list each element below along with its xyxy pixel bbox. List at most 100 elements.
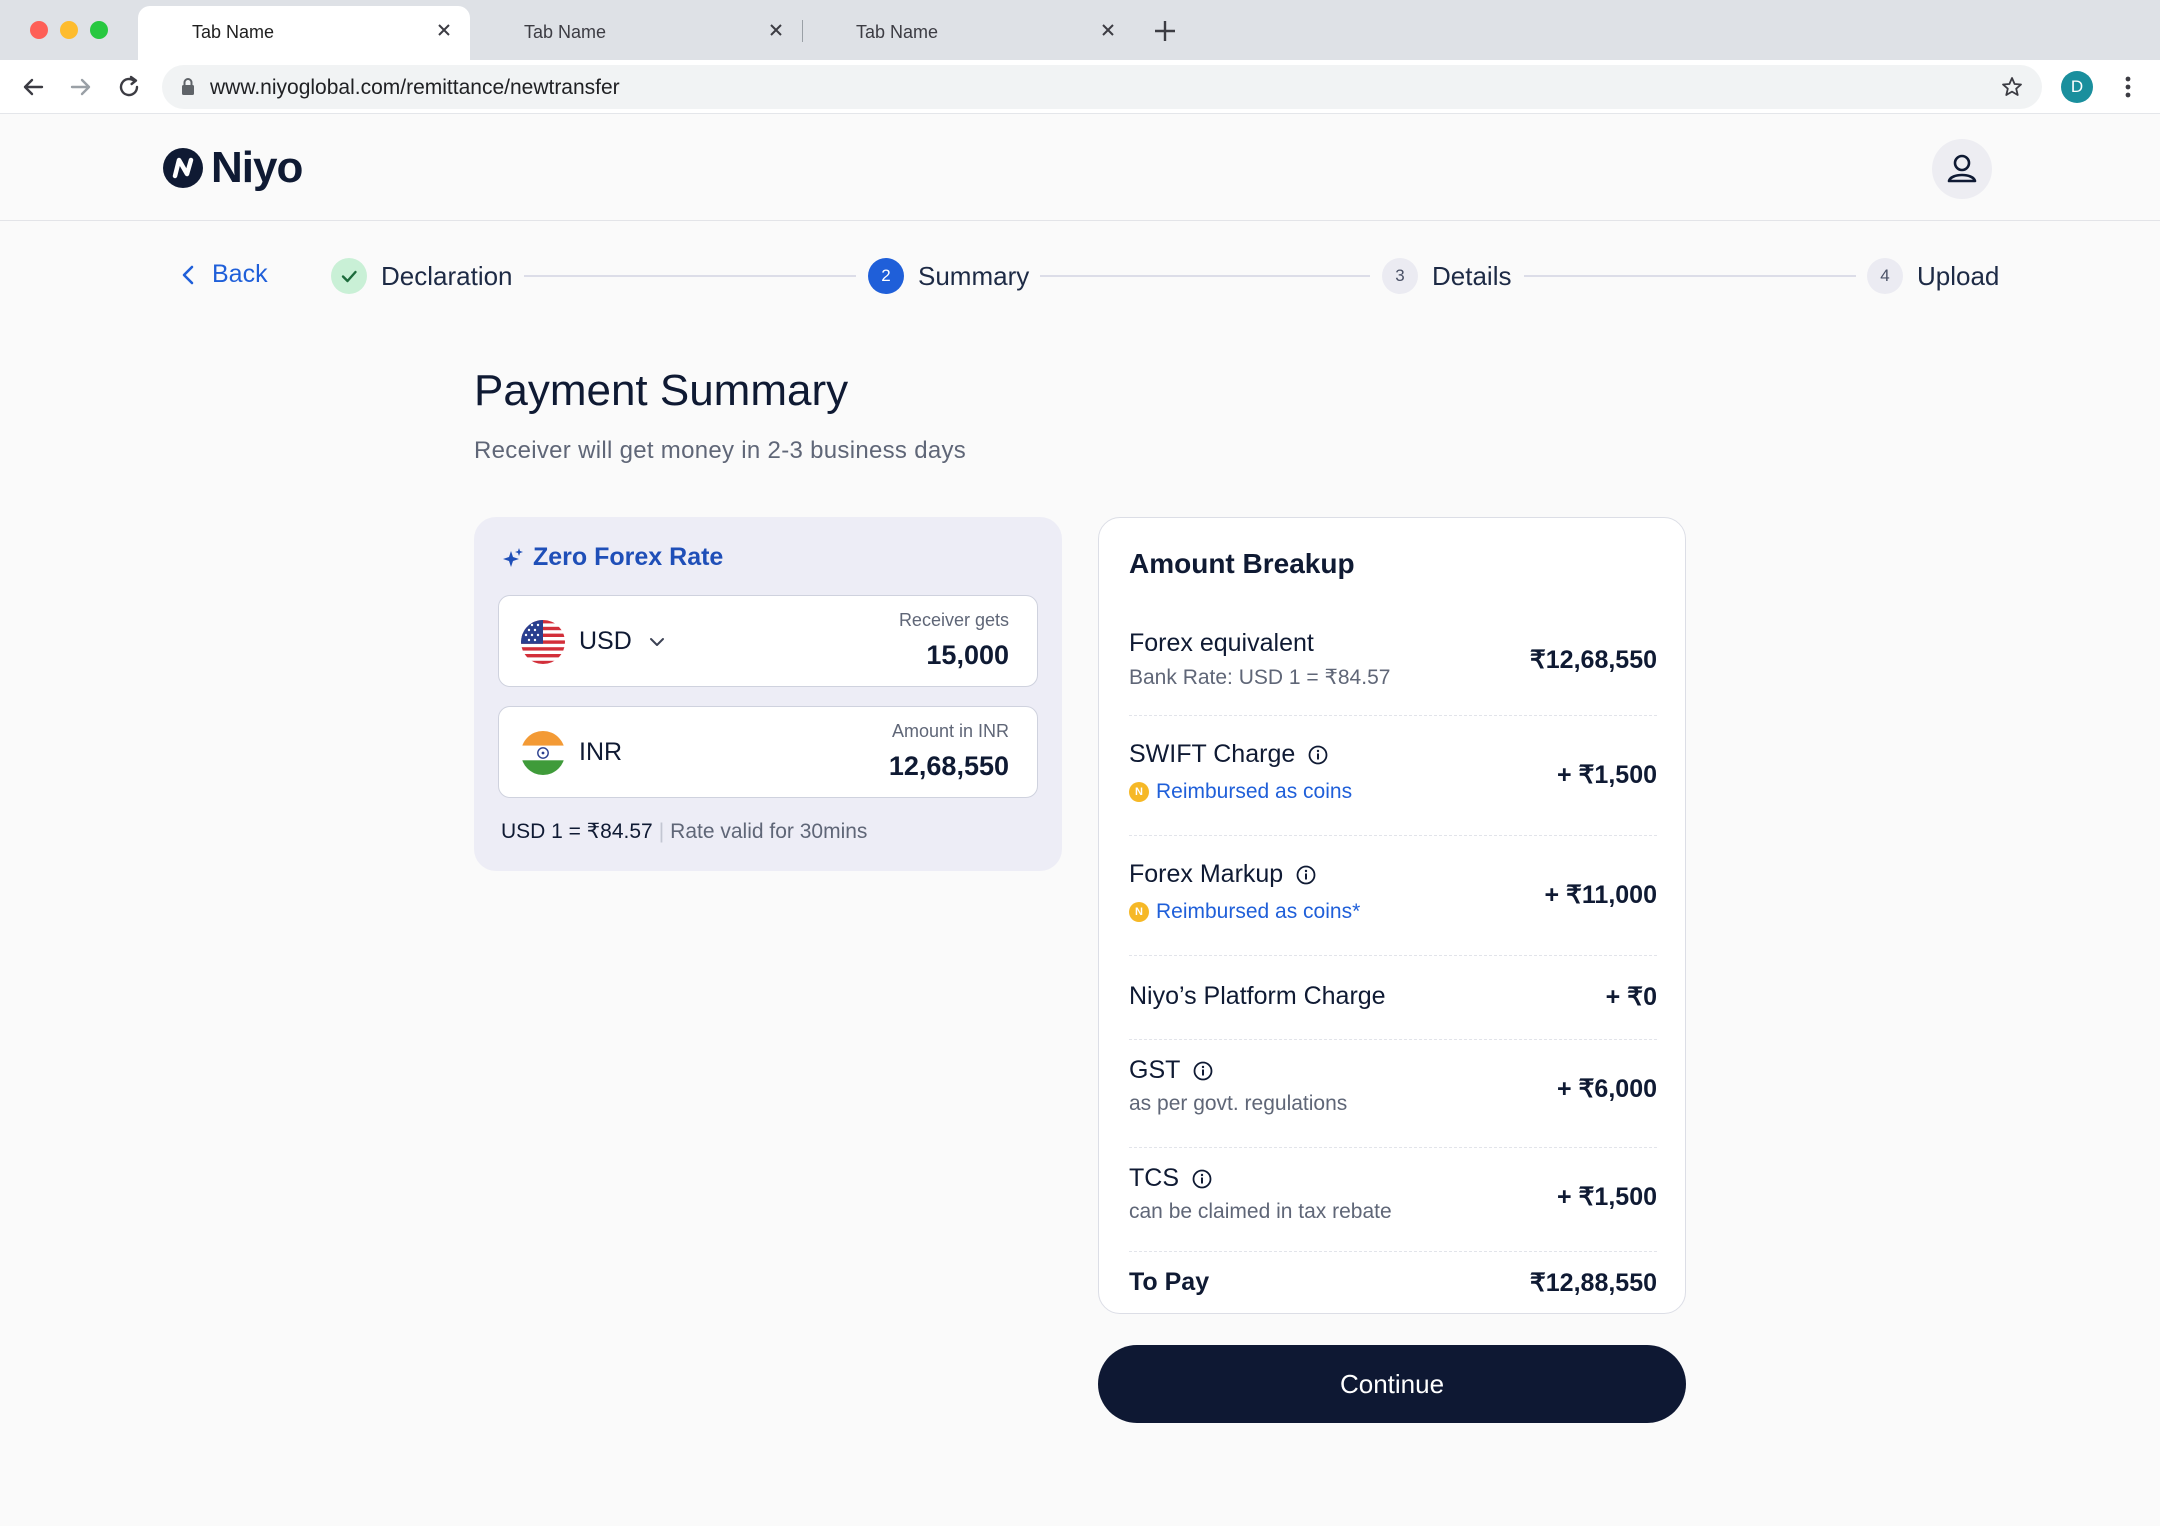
row-label: GST <box>1129 1056 1214 1085</box>
info-icon[interactable] <box>1191 1168 1213 1190</box>
account-button[interactable] <box>1932 139 1992 199</box>
step-details[interactable]: 3 Details <box>1382 258 1511 294</box>
step-summary[interactable]: 2 Summary <box>868 258 1029 294</box>
rate-validity: Rate valid for 30mins <box>670 820 868 843</box>
row-label: Forex equivalent <box>1129 629 1314 657</box>
progress-stepper: Back Declaration 2 Summary 3 Details 4 U… <box>0 252 2160 300</box>
app-header: Niyo <box>0 114 2160 221</box>
row-label: SWIFT Charge <box>1129 740 1329 769</box>
continue-button[interactable]: Continue <box>1098 1345 1686 1423</box>
coin-reimbursement-note: N Reimbursed as coins* <box>1129 900 1360 924</box>
arrow-left-icon[interactable] <box>18 72 48 102</box>
send-currency-field[interactable]: USD Receiver gets 15,000 <box>498 595 1038 687</box>
divider: | <box>658 820 665 843</box>
sparkle-icon <box>503 547 523 567</box>
step-declaration[interactable]: Declaration <box>331 258 513 294</box>
breakup-row-total: To Pay ₹12,88,550 <box>1129 1252 1657 1312</box>
send-currency-code: USD <box>579 627 632 655</box>
info-icon[interactable] <box>1295 864 1317 886</box>
tab-title: Tab Name <box>524 22 607 42</box>
close-icon[interactable] <box>1096 18 1120 42</box>
reload-icon[interactable] <box>114 72 144 102</box>
info-icon[interactable] <box>1307 744 1329 766</box>
window-zoom-dot[interactable] <box>90 21 108 39</box>
info-icon[interactable] <box>1192 1060 1214 1082</box>
window-close-dot[interactable] <box>30 21 48 39</box>
browser-tab-bar: Tab Name Tab Name Tab Name <box>0 0 2160 60</box>
step-label: Declaration <box>381 260 513 291</box>
row-subtext: as per govt. regulations <box>1129 1092 1348 1115</box>
forex-calculator-card: Zero Forex Rate USD Receiver gets 15,000… <box>474 517 1062 871</box>
niyo-logo[interactable]: Niyo <box>163 143 303 192</box>
total-label: To Pay <box>1129 1268 1210 1296</box>
row-amount: + ₹0 <box>1605 983 1657 1011</box>
receiver-gets-caption: Receiver gets <box>898 610 1009 630</box>
breakup-row-forex-markup: Forex Markup N Reimbursed as coins* + ₹11… <box>1129 836 1657 956</box>
receive-currency-field[interactable]: INR Amount in INR 12,68,550 <box>498 706 1038 798</box>
amount-in-inr-caption: Amount in INR <box>891 721 1009 741</box>
exchange-rate-line: USD 1 = ₹84.57 | Rate valid for 30mins <box>501 819 867 844</box>
india-flag-icon <box>521 731 565 775</box>
row-amount: + ₹1,500 <box>1556 1183 1657 1211</box>
step-number: 2 <box>868 258 904 294</box>
coin-icon: N <box>1129 902 1149 922</box>
user-icon <box>1947 154 1977 183</box>
row-amount: ₹12,68,550 <box>1529 646 1657 674</box>
step-label: Summary <box>918 260 1030 291</box>
breakup-title: Amount Breakup <box>1129 548 1355 579</box>
forex-heading-text: Zero Forex Rate <box>533 543 724 571</box>
row-label: Niyo’s Platform Charge <box>1129 982 1386 1010</box>
more-vert-icon[interactable] <box>2116 72 2140 102</box>
row-subtext: Bank Rate: USD 1 = ₹84.57 <box>1129 666 1391 689</box>
tab-title: Tab Name <box>856 22 939 42</box>
amount-breakup-card: Amount Breakup Forex equivalent Bank Rat… <box>1098 517 1686 1314</box>
step-number: 3 <box>1382 258 1418 294</box>
coin-reimbursement-note: N Reimbursed as coins <box>1129 780 1352 804</box>
niyo-logo-mark <box>163 148 203 188</box>
browser-tab-3[interactable]: Tab Name <box>802 6 1134 60</box>
receiver-gets-amount[interactable]: 15,000 <box>926 640 1009 671</box>
chevron-left-icon <box>182 265 194 284</box>
step-connector <box>1524 275 1856 277</box>
row-amount: + ₹1,500 <box>1556 761 1657 789</box>
arrow-right-icon[interactable] <box>66 72 96 102</box>
step-upload[interactable]: 4 Upload <box>1867 258 1999 294</box>
breakup-row-platform-charge: Niyo’s Platform Charge + ₹0 <box>1129 956 1657 1040</box>
page-title: Payment Summary <box>474 366 849 415</box>
breakup-row-tcs: TCS can be claimed in tax rebate + ₹1,50… <box>1129 1148 1657 1252</box>
page-subtitle: Receiver will get money in 2-3 business … <box>474 437 967 464</box>
total-amount: ₹12,88,550 <box>1529 1269 1657 1297</box>
chevron-down-icon[interactable] <box>647 632 667 652</box>
window-minimize-dot[interactable] <box>60 21 78 39</box>
close-icon[interactable] <box>764 18 788 42</box>
url-field[interactable]: www.niyoglobal.com/remittance/newtransfe… <box>162 65 2042 109</box>
bookmark-star-icon[interactable] <box>2000 75 2024 99</box>
exchange-rate: USD 1 = ₹84.57 <box>501 820 653 843</box>
plus-icon[interactable] <box>1152 18 1178 44</box>
step-label: Upload <box>1917 260 2000 291</box>
logo-text: Niyo <box>211 143 303 192</box>
row-subtext: can be claimed in tax rebate <box>1129 1200 1392 1223</box>
coin-icon: N <box>1129 782 1149 802</box>
browser-tab-2[interactable]: Tab Name <box>470 6 802 60</box>
back-label: Back <box>212 260 268 288</box>
step-number: 4 <box>1867 258 1903 294</box>
receive-currency-code: INR <box>579 738 623 766</box>
browser-profile-avatar[interactable]: D <box>2061 71 2093 103</box>
forex-heading: Zero Forex Rate <box>501 543 723 572</box>
close-icon[interactable] <box>432 18 456 42</box>
url-text: www.niyoglobal.com/remittance/newtransfe… <box>210 76 620 99</box>
back-button[interactable]: Back <box>180 260 268 289</box>
tab-title: Tab Name <box>192 22 275 42</box>
step-connector <box>1040 275 1370 277</box>
row-amount: + ₹11,000 <box>1544 881 1657 909</box>
amount-in-inr-value[interactable]: 12,68,550 <box>889 751 1009 782</box>
us-flag-icon <box>521 620 565 664</box>
step-done-indicator <box>331 258 367 294</box>
check-icon <box>341 270 357 283</box>
breakup-row-forex-equivalent: Forex equivalent Bank Rate: USD 1 = ₹84.… <box>1129 614 1657 716</box>
browser-tab-1[interactable]: Tab Name <box>138 6 470 60</box>
row-amount: + ₹6,000 <box>1556 1075 1657 1103</box>
breakup-row-swift-charge: SWIFT Charge N Reimbursed as coins + ₹1,5… <box>1129 716 1657 836</box>
breakup-row-gst: GST as per govt. regulations + ₹6,000 <box>1129 1040 1657 1148</box>
